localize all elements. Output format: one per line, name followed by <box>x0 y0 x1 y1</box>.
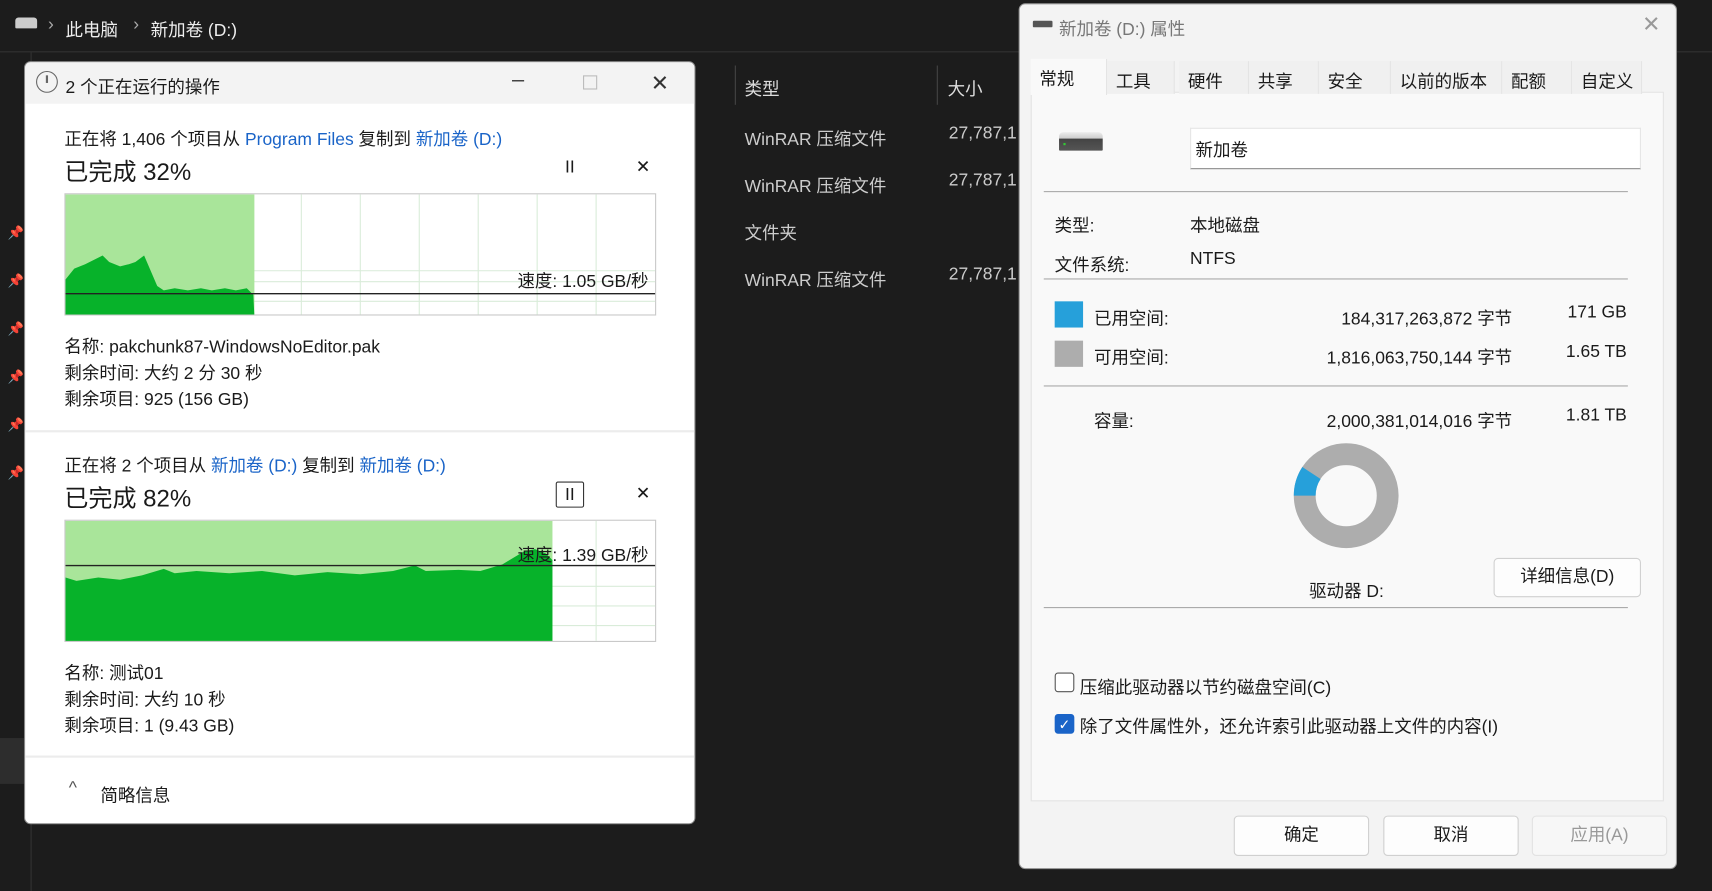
progress-percent: 已完成 82% <box>64 484 192 513</box>
free-space-label: 可用空间: <box>1093 349 1169 368</box>
free-space-swatch <box>1054 340 1084 367</box>
operation-description: 正在将 1,406 个项目从 Program Files 复制到 新加卷 (D:… <box>64 131 503 150</box>
minimize-button[interactable]: – <box>512 68 524 93</box>
speed-graph: 速度: 1.39 GB/秒 <box>64 519 657 642</box>
progress-percent: 已完成 32% <box>64 158 192 186</box>
clock-icon <box>36 70 58 93</box>
speed-label: 速度: 1.05 GB/秒 <box>517 272 649 292</box>
index-checkbox[interactable]: ✓ <box>1054 714 1075 734</box>
pin-icon: 📌 <box>7 417 24 433</box>
pause-button[interactable]: II <box>555 481 585 508</box>
capacity-size: 1.81 TB <box>1565 406 1627 425</box>
tab-customize[interactable]: 自定义 <box>1572 61 1643 94</box>
file-type: WinRAR 压缩文件 <box>744 177 887 197</box>
capacity-label: 容量: <box>1093 412 1134 432</box>
used-space-size: 171 GB <box>1567 303 1627 323</box>
copy-progress-dialog: 2 个正在运行的操作 – ✕ 正在将 1,406 个项目从 Program Fi… <box>24 61 696 825</box>
type-value: 本地磁盘 <box>1190 217 1260 236</box>
tab-quota[interactable]: 配额 <box>1502 61 1573 94</box>
column-header-type[interactable]: 类型 <box>745 74 780 100</box>
free-space-bytes: 1,816,063,750,144 字节 <box>1326 349 1513 368</box>
file-size: 27,787,1 <box>948 265 1017 284</box>
close-button[interactable]: ✕ <box>1642 11 1660 38</box>
file-type: WinRAR 压缩文件 <box>744 131 887 150</box>
filesystem-label: 文件系统: <box>1054 256 1130 276</box>
chevron-right-icon: › <box>48 15 54 34</box>
tab-hardware[interactable]: 硬件 <box>1179 61 1250 94</box>
tab-previous-versions[interactable]: 以前的版本 <box>1390 61 1503 94</box>
apply-button[interactable]: 应用(A) <box>1531 815 1668 856</box>
sidebar-selected-item[interactable] <box>0 738 25 784</box>
tab-tools[interactable]: 工具 <box>1107 61 1175 94</box>
file-size: 27,787,1 <box>948 171 1017 190</box>
close-button[interactable]: ✕ <box>651 70 669 97</box>
file-type: 文件夹 <box>744 224 798 244</box>
file-size: 27,787,1 <box>948 124 1017 144</box>
drive-properties-dialog: 新加卷 (D:) 属性 ✕ 常规 工具 硬件 共享 安全 以前的版本 配额 自定… <box>1018 3 1678 870</box>
destination-link[interactable]: 新加卷 (D:) <box>416 131 502 150</box>
free-space-size: 1.65 TB <box>1565 342 1627 362</box>
pin-icon: 📌 <box>7 465 24 481</box>
compress-label[interactable]: 压缩此驱动器以节约磁盘空间(C) <box>1080 673 1331 699</box>
capacity-bytes: 2,000,381,014,016 字节 <box>1326 412 1513 432</box>
compress-checkbox[interactable] <box>1054 672 1075 693</box>
cancel-operation-button[interactable]: ✕ <box>629 155 657 181</box>
destination-link[interactable]: 新加卷 (D:) <box>359 457 445 476</box>
chevron-up-icon[interactable]: ^ <box>69 780 77 800</box>
tab-general[interactable]: 常规 <box>1030 58 1108 95</box>
drive-letter-label: 驱动器 D: <box>1309 583 1384 602</box>
file-type: WinRAR 压缩文件 <box>744 271 887 291</box>
source-link[interactable]: Program Files <box>245 131 354 150</box>
pin-icon: 📌 <box>7 320 24 337</box>
source-link[interactable]: 新加卷 (D:) <box>211 457 297 476</box>
hard-drive-icon <box>1059 132 1103 151</box>
free-space-ring <box>1293 443 1399 549</box>
tab-security[interactable]: 安全 <box>1318 61 1391 94</box>
items-remaining-row: 剩余项目: 1 (9.43 GB) <box>64 717 235 736</box>
details-button[interactable]: 详细信息(D) <box>1493 557 1641 598</box>
pin-icon: 📌 <box>7 272 24 289</box>
dialog-title: 2 个正在运行的操作 <box>65 78 220 98</box>
drive-icon <box>1032 20 1053 28</box>
used-space-swatch <box>1054 301 1084 328</box>
pin-icon: 📌 <box>7 224 24 241</box>
time-remaining-row: 剩余时间: 大约 10 秒 <box>64 691 226 710</box>
dialog-title: 新加卷 (D:) 属性 <box>1059 20 1186 40</box>
divider <box>25 755 695 758</box>
maximize-button[interactable] <box>583 75 598 90</box>
tab-sharing[interactable]: 共享 <box>1249 61 1319 94</box>
speed-graph: 速度: 1.05 GB/秒 <box>64 193 657 316</box>
breadcrumb-drive-d[interactable]: 新加卷 (D:) <box>151 15 237 41</box>
volume-name-input[interactable]: 新加卷 <box>1190 127 1641 170</box>
disk-usage-donut <box>1293 443 1399 549</box>
type-label: 类型: <box>1054 217 1095 236</box>
speed-label: 速度: 1.39 GB/秒 <box>517 546 649 566</box>
divider <box>25 430 695 433</box>
time-remaining-row: 剩余时间: 大约 2 分 30 秒 <box>64 364 263 384</box>
cancel-button[interactable]: 取消 <box>1383 815 1519 856</box>
breadcrumb-this-pc[interactable]: 此电脑 <box>66 15 118 41</box>
index-label[interactable]: 除了文件属性外，还允许索引此驱动器上文件的内容(I) <box>1080 712 1498 738</box>
operation-description: 正在将 2 个项目从 新加卷 (D:) 复制到 新加卷 (D:) <box>64 457 446 477</box>
cancel-operation-button[interactable]: ✕ <box>629 481 657 507</box>
file-name-row: 名称: pakchunk87-WindowsNoEditor.pak <box>64 338 380 358</box>
used-space-bytes: 184,317,263,872 字节 <box>1341 310 1513 329</box>
drive-icon <box>15 17 38 29</box>
filesystem-value: NTFS <box>1190 250 1236 269</box>
items-remaining-row: 剩余项目: 925 (156 GB) <box>64 390 249 410</box>
chevron-right-icon: › <box>133 15 140 34</box>
pin-icon: 📌 <box>7 369 24 385</box>
pause-button[interactable]: II <box>556 155 584 181</box>
fewer-details-button[interactable]: 简略信息 <box>100 781 170 807</box>
title-bar[interactable]: 2 个正在运行的操作 – ✕ <box>25 62 695 104</box>
column-header-size[interactable]: 大小 <box>948 74 983 100</box>
used-space-label: 已用空间: <box>1093 310 1169 329</box>
ok-button[interactable]: 确定 <box>1233 815 1370 856</box>
file-name-row: 名称: 测试01 <box>64 664 164 684</box>
